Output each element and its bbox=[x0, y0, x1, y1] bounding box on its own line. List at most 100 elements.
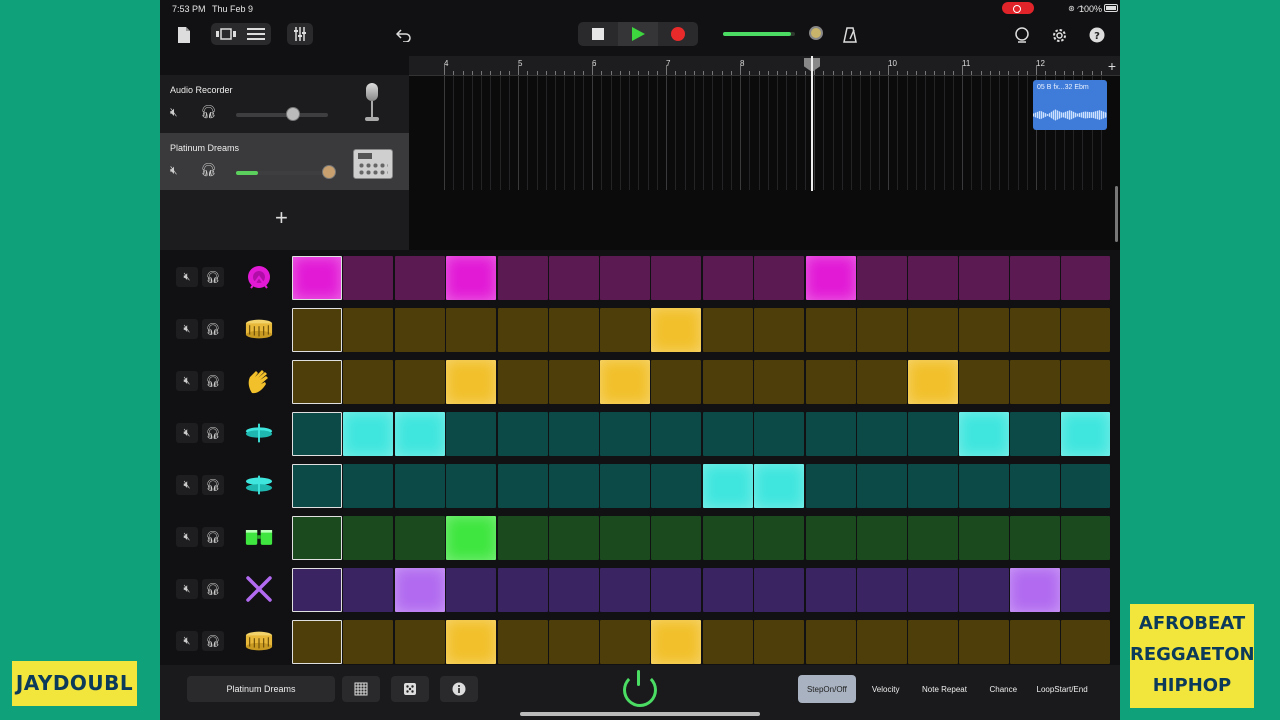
track-volume-knob[interactable] bbox=[322, 165, 336, 179]
headphones-icon[interactable]: 🎧︎ bbox=[200, 104, 217, 120]
play-button[interactable] bbox=[618, 22, 658, 46]
step-cell[interactable] bbox=[703, 568, 753, 612]
step-cell[interactable] bbox=[806, 412, 856, 456]
step-cell[interactable] bbox=[754, 412, 804, 456]
step-cell[interactable] bbox=[908, 256, 958, 300]
step-cell[interactable] bbox=[600, 360, 650, 404]
step-cell[interactable] bbox=[857, 412, 907, 456]
step-cell[interactable] bbox=[292, 256, 342, 300]
track-volume-slider[interactable] bbox=[236, 107, 328, 121]
step-cell[interactable] bbox=[908, 308, 958, 352]
step-cell[interactable] bbox=[446, 256, 496, 300]
step-cell[interactable] bbox=[806, 620, 856, 664]
step-cell[interactable] bbox=[959, 464, 1009, 508]
audio-region[interactable]: 05 B fx...32 Ebm bbox=[1033, 80, 1107, 130]
row-solo-headphones-icon[interactable]: 🎧︎ bbox=[202, 319, 224, 339]
step-cell[interactable] bbox=[908, 516, 958, 560]
snare-drum-icon[interactable] bbox=[245, 626, 273, 656]
step-cell[interactable] bbox=[908, 412, 958, 456]
mute-icon[interactable]: 🔇︎ bbox=[170, 105, 178, 120]
step-cell[interactable] bbox=[446, 464, 496, 508]
step-cell[interactable] bbox=[292, 412, 342, 456]
step-cell[interactable] bbox=[343, 360, 393, 404]
step-cell[interactable] bbox=[959, 568, 1009, 612]
step-cell[interactable] bbox=[1010, 256, 1060, 300]
scrollbar[interactable] bbox=[1115, 186, 1118, 242]
row-mute-icon[interactable]: 🔇︎ bbox=[176, 475, 198, 495]
step-cell[interactable] bbox=[1061, 256, 1110, 300]
step-cell[interactable] bbox=[395, 464, 445, 508]
step-cell[interactable] bbox=[292, 568, 342, 612]
step-cell[interactable] bbox=[1010, 620, 1060, 664]
step-cell[interactable] bbox=[446, 620, 496, 664]
step-cell[interactable] bbox=[446, 568, 496, 612]
step-cell[interactable] bbox=[549, 360, 599, 404]
step-cell[interactable] bbox=[651, 308, 701, 352]
row-mute-icon[interactable]: 🔇︎ bbox=[176, 423, 198, 443]
step-cell[interactable] bbox=[600, 308, 650, 352]
power-icon[interactable] bbox=[623, 670, 657, 707]
mode-tab[interactable]: Chance bbox=[974, 675, 1032, 703]
step-cell[interactable] bbox=[857, 620, 907, 664]
snare-drum-icon[interactable] bbox=[245, 314, 273, 344]
track-header-audio-recorder[interactable]: Audio Recorder 🔇︎ 🎧︎ bbox=[160, 75, 409, 132]
row-mute-icon[interactable]: 🔇︎ bbox=[176, 319, 198, 339]
step-cell[interactable] bbox=[1010, 360, 1060, 404]
step-cell[interactable] bbox=[343, 568, 393, 612]
step-cell[interactable] bbox=[600, 620, 650, 664]
step-cell[interactable] bbox=[754, 360, 804, 404]
step-cell[interactable] bbox=[395, 568, 445, 612]
step-cell[interactable] bbox=[343, 620, 393, 664]
row-solo-headphones-icon[interactable]: 🎧︎ bbox=[202, 475, 224, 495]
row-solo-headphones-icon[interactable]: 🎧︎ bbox=[202, 527, 224, 547]
mute-icon[interactable]: 🔇︎ bbox=[170, 163, 178, 178]
step-cell[interactable] bbox=[1010, 308, 1060, 352]
step-cell[interactable] bbox=[292, 464, 342, 508]
step-cell[interactable] bbox=[959, 308, 1009, 352]
row-solo-headphones-icon[interactable]: 🎧︎ bbox=[202, 371, 224, 391]
dice-button[interactable] bbox=[391, 676, 429, 702]
metronome-icon[interactable] bbox=[840, 25, 860, 45]
timeline[interactable]: 456789101112 05 B fx...32 Ebm + bbox=[409, 56, 1120, 250]
step-cell[interactable] bbox=[446, 516, 496, 560]
step-cell[interactable] bbox=[498, 620, 548, 664]
add-section-button[interactable]: + bbox=[1108, 58, 1116, 74]
step-cell[interactable] bbox=[1061, 620, 1110, 664]
step-cell[interactable] bbox=[857, 568, 907, 612]
document-icon[interactable] bbox=[175, 24, 193, 46]
sticks-icon[interactable] bbox=[245, 574, 273, 604]
step-cell[interactable] bbox=[1061, 568, 1110, 612]
info-button[interactable] bbox=[440, 676, 478, 702]
step-cell[interactable] bbox=[395, 256, 445, 300]
step-cell[interactable] bbox=[395, 360, 445, 404]
playhead[interactable] bbox=[811, 56, 813, 191]
step-cell[interactable] bbox=[857, 256, 907, 300]
step-cell[interactable] bbox=[857, 360, 907, 404]
step-cell[interactable] bbox=[498, 412, 548, 456]
record-button[interactable] bbox=[658, 22, 698, 46]
row-mute-icon[interactable]: 🔇︎ bbox=[176, 527, 198, 547]
hihat-closed-icon[interactable] bbox=[245, 418, 273, 448]
step-cell[interactable] bbox=[703, 360, 753, 404]
step-cell[interactable] bbox=[395, 308, 445, 352]
kick-drum-icon[interactable] bbox=[245, 262, 273, 292]
step-cell[interactable] bbox=[549, 256, 599, 300]
step-cell[interactable] bbox=[498, 464, 548, 508]
row-mute-icon[interactable]: 🔇︎ bbox=[176, 267, 198, 287]
master-volume-knob[interactable] bbox=[809, 26, 823, 40]
step-cell[interactable] bbox=[498, 308, 548, 352]
step-cell[interactable] bbox=[651, 516, 701, 560]
step-cell[interactable] bbox=[395, 516, 445, 560]
step-cell[interactable] bbox=[754, 256, 804, 300]
stop-button[interactable] bbox=[578, 22, 618, 46]
step-cell[interactable] bbox=[292, 620, 342, 664]
bongo-icon[interactable] bbox=[245, 522, 273, 552]
step-cell[interactable] bbox=[806, 360, 856, 404]
step-cell[interactable] bbox=[343, 256, 393, 300]
mode-tab[interactable]: Velocity bbox=[857, 675, 915, 703]
step-cell[interactable] bbox=[446, 308, 496, 352]
step-cell[interactable] bbox=[395, 620, 445, 664]
step-cell[interactable] bbox=[1061, 464, 1110, 508]
row-mute-icon[interactable]: 🔇︎ bbox=[176, 579, 198, 599]
loop-browser-icon[interactable] bbox=[1012, 25, 1032, 45]
